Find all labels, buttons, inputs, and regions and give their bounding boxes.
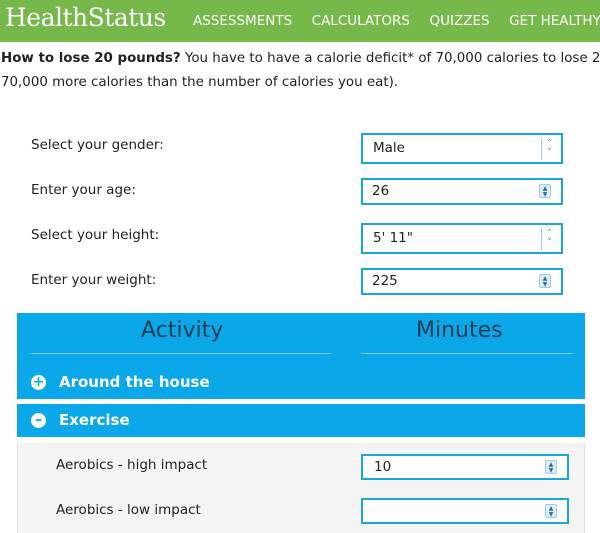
height-label: Select your height: xyxy=(31,227,160,243)
top-navigation-bar: HealthStatus ASSESSMENTS CALCULATORS QUI… xyxy=(0,0,600,42)
header-divider xyxy=(563,353,573,354)
nav-calculators[interactable]: CALCULATORS xyxy=(312,13,410,29)
intro-text: How to lose 20 pounds? You have to have … xyxy=(1,47,600,95)
section-label: Exercise xyxy=(59,411,130,429)
select-chevron-icon: ˄ ˅ xyxy=(541,228,557,250)
header-divider xyxy=(361,353,573,354)
gender-select[interactable]: Male ˄ ˅ xyxy=(361,133,563,164)
nav-assessments[interactable]: ASSESSMENTS xyxy=(193,13,292,29)
nav-get-healthy[interactable]: GET HEALTHY xyxy=(509,13,600,29)
section-exercise[interactable]: – Exercise xyxy=(17,404,585,437)
minutes-input-aerobics-high[interactable]: 10 ▲ ▼ xyxy=(361,454,569,480)
minutes-column-title: Minutes xyxy=(416,318,503,343)
weight-value: 225 xyxy=(372,273,398,289)
site-logo[interactable]: HealthStatus xyxy=(5,3,166,32)
spinner-icon[interactable]: ▲ ▼ xyxy=(545,460,557,474)
header-divider xyxy=(31,353,331,354)
activity-row-label: Aerobics - high impact xyxy=(56,457,208,473)
activity-row-label: Aerobics - low impact xyxy=(56,502,201,518)
spinner-icon[interactable]: ▲ ▼ xyxy=(539,274,551,288)
activity-column-title: Activity xyxy=(141,318,224,343)
height-select[interactable]: 5' 11" ˄ ˅ xyxy=(361,223,563,254)
weight-label: Enter your weight: xyxy=(31,272,157,288)
intro-question: How to lose 20 pounds? xyxy=(1,51,181,66)
age-input[interactable]: 26 ▲ ▼ xyxy=(361,178,563,205)
spinner-icon[interactable]: ▲ ▼ xyxy=(545,504,557,518)
minutes-value: 10 xyxy=(374,459,392,475)
main-nav: ASSESSMENTS CALCULATORS QUIZZES GET HEAL… xyxy=(193,0,600,42)
plus-circle-icon: + xyxy=(31,374,46,390)
age-label: Enter your age: xyxy=(31,182,136,198)
height-value: 5' 11" xyxy=(373,230,413,246)
weight-input[interactable]: 225 ▲ ▼ xyxy=(361,268,563,295)
minutes-input-aerobics-low[interactable]: ▲ ▼ xyxy=(361,498,569,524)
nav-quizzes[interactable]: QUIZZES xyxy=(429,13,489,29)
intro-line-2: 70,000 more calories than the number of … xyxy=(1,75,399,90)
select-chevron-icon: ˄ ˅ xyxy=(541,138,557,160)
age-value: 26 xyxy=(372,183,390,199)
intro-line-1-rest: You have to have a calorie deficit* of 7… xyxy=(180,51,600,66)
gender-value: Male xyxy=(373,140,405,156)
gender-label: Select your gender: xyxy=(31,137,164,153)
activity-table-header: Activity Minutes xyxy=(17,313,585,368)
section-around-the-house[interactable]: + Around the house xyxy=(17,366,585,399)
spinner-icon[interactable]: ▲ ▼ xyxy=(539,184,551,198)
section-label: Around the house xyxy=(59,373,210,391)
intro-line-1: How to lose 20 pounds? You have to have … xyxy=(1,47,600,71)
minus-circle-icon: – xyxy=(31,413,46,428)
